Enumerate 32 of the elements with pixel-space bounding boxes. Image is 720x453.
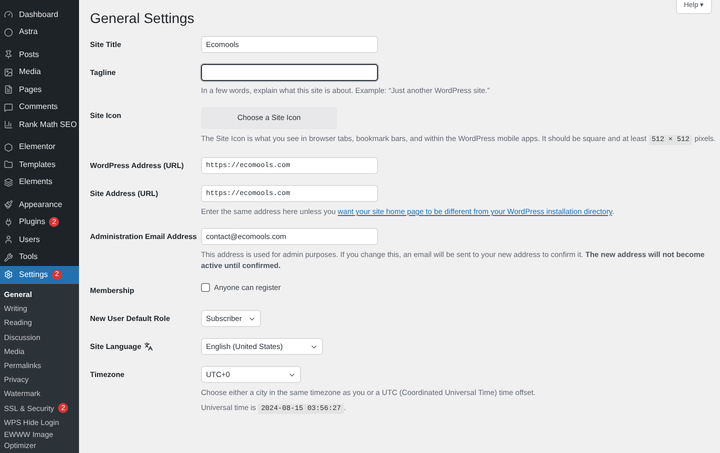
menu-item[interactable]: Elementor xyxy=(0,138,79,156)
menu-item[interactable]: Pages xyxy=(0,81,79,98)
bar-chart-icon xyxy=(4,120,13,130)
page-title: General Settings xyxy=(90,9,196,28)
menu-item[interactable]: Astra xyxy=(0,24,79,41)
menu-item[interactable]: Dashboard xyxy=(0,6,79,24)
menu-item[interactable]: Users xyxy=(0,231,79,248)
page-icon xyxy=(4,85,13,94)
plug-icon xyxy=(4,218,13,227)
speech-bubble-icon xyxy=(4,102,13,112)
menu-item[interactable]: Rank Math SEO xyxy=(0,116,79,134)
circle-icon xyxy=(4,28,13,37)
menu-item[interactable]: Templates xyxy=(0,156,79,174)
menu-item[interactable]: Posts xyxy=(0,46,79,64)
menu-item[interactable]: Media xyxy=(0,64,79,81)
image-icon xyxy=(4,68,13,77)
folder-icon xyxy=(4,160,13,170)
user-icon xyxy=(4,235,13,244)
menu-item[interactable]: Tools xyxy=(0,248,79,266)
checkbox[interactable] xyxy=(201,283,210,292)
wrench-icon xyxy=(4,252,13,262)
hexagon-icon xyxy=(4,142,13,152)
pin-icon xyxy=(4,50,13,60)
layers-icon xyxy=(4,178,13,187)
text-field[interactable] xyxy=(201,64,378,81)
settings-icon xyxy=(4,270,13,280)
paintbrush-icon xyxy=(4,200,13,210)
menu-item[interactable]: Appearance xyxy=(0,196,79,214)
menu-item[interactable]: Comments xyxy=(0,98,79,116)
menu-item[interactable]: Elements xyxy=(0,174,79,191)
translate-icon xyxy=(144,342,154,351)
gauge-icon xyxy=(4,10,13,20)
